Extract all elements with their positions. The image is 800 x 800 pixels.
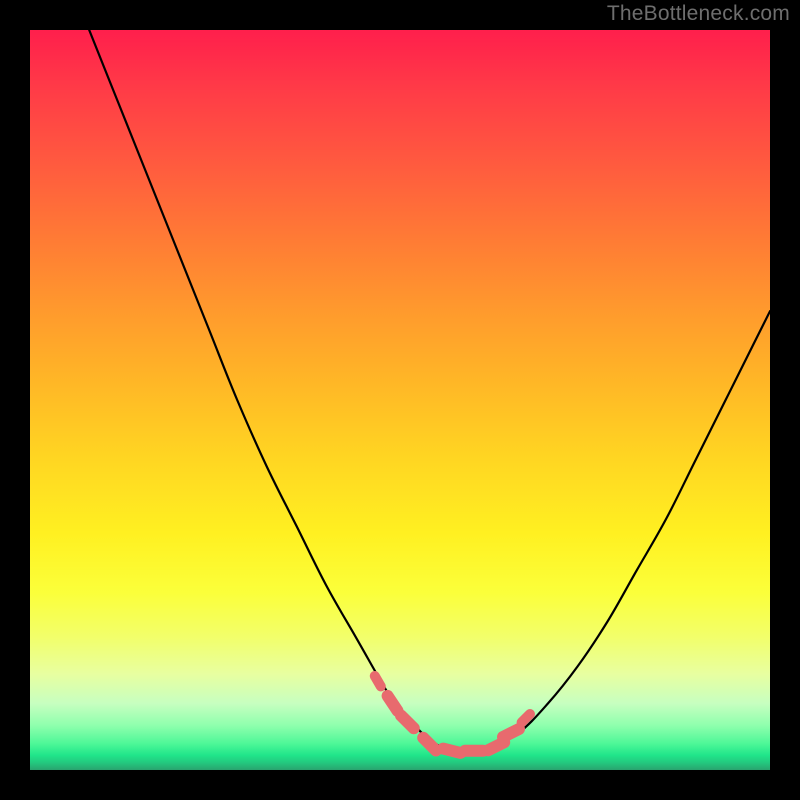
curve-marker bbox=[443, 749, 460, 753]
curve-marker bbox=[522, 714, 530, 722]
bottleneck-curve bbox=[89, 30, 770, 752]
plot-area bbox=[30, 30, 770, 770]
curve-marker bbox=[423, 738, 436, 751]
curve-marker bbox=[488, 742, 504, 750]
curve-marker bbox=[401, 716, 414, 729]
curve-svg bbox=[30, 30, 770, 770]
curve-marker bbox=[388, 696, 398, 711]
watermark-text: TheBottleneck.com bbox=[607, 2, 790, 26]
curve-marker bbox=[503, 729, 519, 737]
curve-marker bbox=[375, 676, 381, 686]
chart-frame: TheBottleneck.com bbox=[0, 0, 800, 800]
